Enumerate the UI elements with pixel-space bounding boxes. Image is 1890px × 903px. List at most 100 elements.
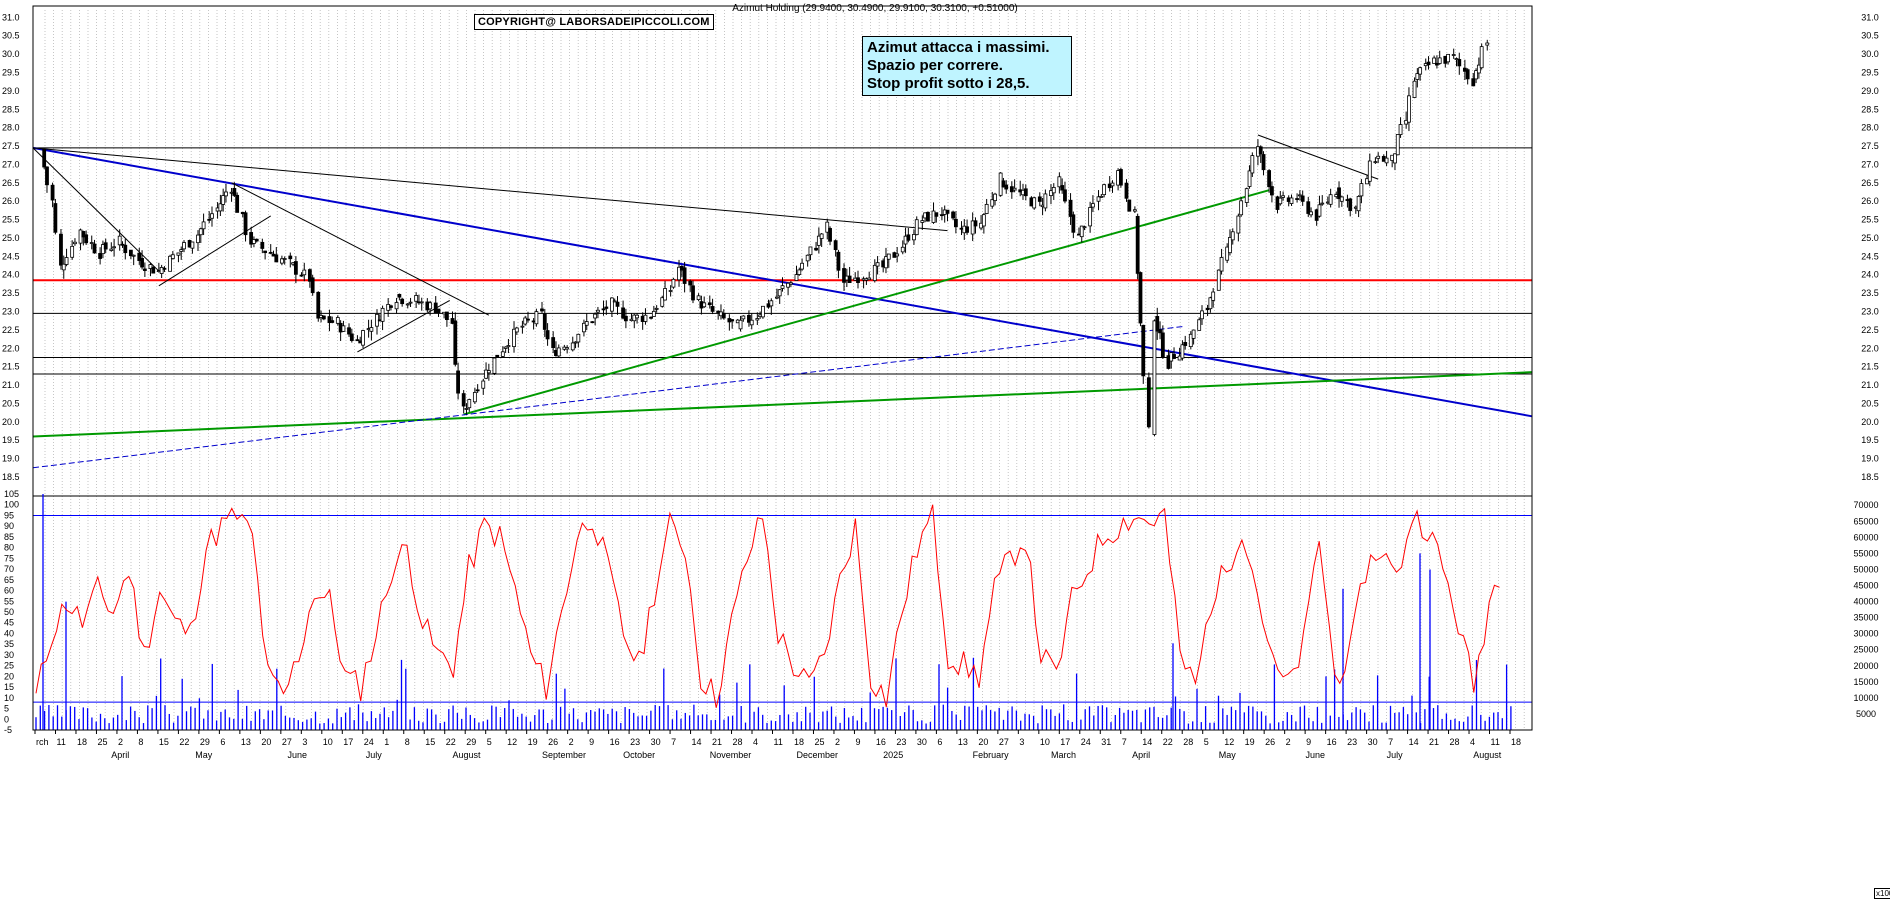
candle-body (1102, 184, 1107, 196)
candle-body (788, 282, 793, 285)
volume-tick-right: 55000 (1853, 548, 1878, 558)
candle-body (170, 254, 175, 259)
oscillator-tick-left: 60 (4, 586, 14, 596)
month-label: November (710, 750, 752, 760)
candle-body (872, 264, 877, 281)
candle-body (814, 247, 818, 251)
price-tick-left: 25.0 (2, 233, 20, 243)
oscillator-tick-left: 55 (4, 596, 14, 606)
month-label: May (195, 750, 213, 760)
volume-tick-right: 30000 (1853, 629, 1878, 639)
candle-body (953, 218, 958, 228)
candle-body (1211, 291, 1216, 301)
volume-tick-right: 70000 (1853, 500, 1878, 510)
candle-body (906, 234, 911, 241)
candle-body (1012, 187, 1017, 191)
candle-body (601, 308, 606, 311)
candle-body (965, 226, 969, 233)
candle-body (1191, 329, 1196, 339)
horizontal-levels (33, 147, 1532, 497)
price-tick-right: 19.5 (1861, 435, 1879, 445)
candle-body (912, 234, 916, 241)
candle-body (42, 148, 47, 168)
x-tick-label: 7 (1122, 737, 1127, 747)
candle-body (649, 316, 653, 319)
candle-body (1230, 231, 1235, 241)
oscillator-tick-left: 80 (4, 543, 14, 553)
candle-body (61, 263, 66, 271)
volume-tick-right: 65000 (1853, 516, 1878, 526)
candle-body (1088, 207, 1093, 227)
oscillator-tick-left: 20 (4, 671, 14, 681)
oscillator-line (33, 504, 1532, 708)
candle-body (1183, 341, 1188, 346)
candle-body (151, 266, 156, 274)
candle-body (514, 327, 519, 333)
candle-body (926, 211, 930, 222)
price-tick-left: 20.5 (2, 398, 20, 408)
candle-body (464, 408, 469, 410)
volume-tick-right: 15000 (1853, 677, 1878, 687)
volume-bars (35, 494, 1512, 730)
candle-body (1359, 183, 1364, 197)
y-ticks-left: 18.5 19.0 19.5 20.0 20.5 21.0 21.5 22.0 22.5 23.0… (2, 12, 20, 735)
candle-body (1465, 69, 1470, 80)
candle-body (540, 308, 544, 312)
x-tick-label: 8 (405, 737, 410, 747)
oscillator-tick-left: 35 (4, 639, 14, 649)
candle-body (1216, 269, 1221, 291)
candle-body (347, 327, 351, 335)
x-tick-label: 24 (364, 737, 374, 747)
price-tick-right: 22.5 (1861, 325, 1879, 335)
x-tick-label: 3 (302, 737, 307, 747)
x-tick-label: 28 (1183, 737, 1193, 747)
x-tick-label: 11 (56, 737, 65, 747)
price-tick-right: 25.0 (1861, 233, 1879, 243)
candle-body (847, 275, 852, 284)
volume-tick-right: 60000 (1853, 532, 1878, 542)
candle-body (805, 254, 810, 262)
candle-body (405, 303, 410, 306)
x-tick-label: 29 (466, 737, 476, 747)
volume-tick-right: 25000 (1853, 645, 1878, 655)
candle-body (461, 393, 466, 407)
candle-body (142, 268, 147, 271)
x-tick-label: 25 (814, 737, 824, 747)
candle-body (545, 330, 550, 340)
candle-body (1258, 146, 1263, 155)
x-tick-label: 23 (896, 737, 906, 747)
candle-body (551, 337, 556, 349)
x-tick-label: 23 (630, 737, 640, 747)
candle-body (1398, 124, 1403, 135)
price-tick-right: 20.0 (1861, 417, 1879, 427)
x-tick-label: 9 (855, 737, 860, 747)
candle-body (1244, 188, 1249, 203)
candle-body (495, 354, 500, 358)
month-label: April (111, 750, 129, 760)
month-label: 2025 (883, 750, 903, 760)
candle-body (201, 221, 206, 230)
oscillator-tick-left: 90 (4, 521, 14, 531)
price-tick-left: 22.0 (2, 343, 20, 353)
candle-body (1250, 155, 1255, 174)
price-tick-left: 27.0 (2, 159, 20, 169)
volume-tick-right: 20000 (1853, 661, 1878, 671)
candle-body (1426, 61, 1431, 66)
x-tick-label: 22 (179, 737, 189, 747)
price-tick-right: 20.5 (1861, 398, 1879, 408)
x-tick-label: 13 (958, 737, 968, 747)
candle-body (179, 249, 184, 252)
candle-body (1071, 214, 1076, 233)
candle-body (593, 313, 598, 319)
oscillator-tick-left: 30 (4, 650, 14, 660)
candle-body (1317, 204, 1322, 217)
x-tick-label: 20 (261, 737, 271, 747)
candle-body (615, 301, 620, 307)
month-label: August (1473, 750, 1502, 760)
oscillator-tick-left: 45 (4, 618, 14, 628)
candle-body (1485, 42, 1490, 46)
candle-body (993, 193, 997, 201)
candle-body (1091, 203, 1095, 208)
candle-body (1082, 226, 1087, 229)
oscillator-tick-left: 95 (4, 510, 14, 520)
